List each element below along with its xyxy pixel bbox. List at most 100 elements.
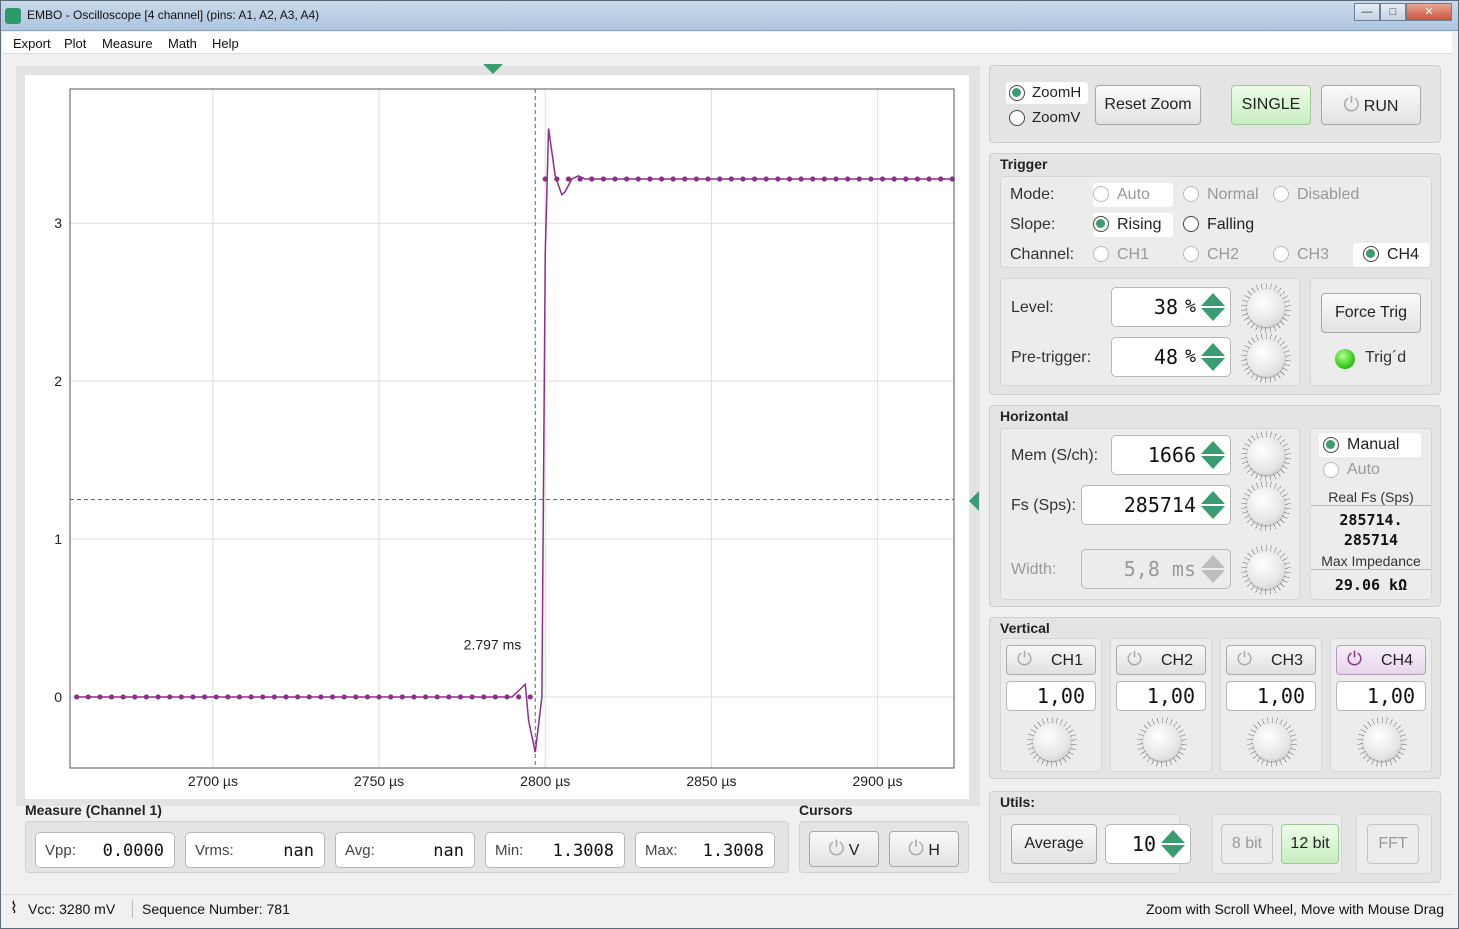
zoomv-radio[interactable] — [1009, 110, 1025, 126]
sample-point — [283, 694, 289, 700]
12bit-button[interactable]: 12 bit — [1281, 824, 1339, 864]
sample-point — [236, 694, 243, 700]
level-spinbox[interactable]: 38 % — [1111, 287, 1231, 327]
measure-avg-label: Avg: — [345, 842, 375, 859]
mem-knob[interactable] — [1241, 431, 1291, 481]
x-tick-label: 2850 µs — [686, 773, 736, 789]
average-button[interactable]: Average — [1011, 824, 1097, 864]
ch4-scale-field[interactable]: 1,00 — [1336, 681, 1426, 711]
reset-zoom-button[interactable]: Reset Zoom — [1095, 85, 1201, 125]
auto-radio[interactable] — [1323, 462, 1339, 478]
measure-vrms-value: nan — [283, 841, 314, 861]
sample-point — [516, 694, 522, 700]
run-button[interactable]: ⏻ RUN — [1321, 85, 1421, 125]
spin-down-icon[interactable] — [1201, 456, 1225, 469]
horizontal-panel: Horizontal Mem (S/ch): 1666 Fs (Sps): 28… — [989, 405, 1441, 607]
slope-rising-radio[interactable] — [1093, 216, 1109, 232]
zoomh-label: ZoomH — [1032, 84, 1082, 101]
zoomh-radio[interactable] — [1009, 85, 1025, 101]
menu-math[interactable]: Math — [168, 36, 197, 51]
pretrigger-marker[interactable] — [483, 64, 503, 74]
menu-help[interactable]: Help — [212, 36, 239, 51]
spin-down-icon[interactable] — [1201, 506, 1225, 519]
measure-avg: Avg: nan — [335, 832, 475, 868]
mode-label: Mode: — [1010, 186, 1055, 203]
plot-area[interactable]: 2700 µs 2750 µs 2800 µs 2850 µs 2900 µs 0 1 2 3 2… — [25, 75, 969, 799]
spin-down-icon[interactable] — [1201, 308, 1225, 321]
sample-point — [693, 176, 700, 182]
average-spinbox[interactable]: 10 — [1105, 824, 1191, 864]
ch2-scale-field[interactable]: 1,00 — [1116, 681, 1206, 711]
sample-point — [411, 694, 417, 700]
sample-point — [938, 176, 944, 182]
ch3-knob[interactable] — [1247, 717, 1297, 767]
spin-up-icon[interactable] — [1201, 441, 1225, 454]
sample-point — [446, 694, 452, 700]
ch4-enable-button[interactable]: ⏻ CH4 — [1336, 645, 1426, 675]
mode-disabled-label: Disabled — [1297, 186, 1360, 203]
vertical-title: Vertical — [1000, 620, 1050, 636]
close-icon[interactable]: ✕ — [1406, 3, 1452, 21]
ch4-knob[interactable] — [1357, 717, 1407, 767]
ch1-enable-button[interactable]: ⏻ CH1 — [1006, 645, 1096, 675]
trigger-level-marker[interactable] — [969, 491, 979, 511]
mode-normal-radio[interactable] — [1183, 186, 1199, 202]
mode-disabled-radio[interactable] — [1273, 186, 1289, 202]
ch1-knob[interactable] — [1027, 717, 1077, 767]
menu-measure[interactable]: Measure — [102, 36, 153, 51]
minimize-icon[interactable]: — — [1354, 3, 1380, 21]
ch3-enable-button[interactable]: ⏻ CH3 — [1226, 645, 1316, 675]
cursor-h-button[interactable]: ⏻ H — [889, 831, 959, 867]
menu-plot[interactable]: Plot — [64, 36, 86, 51]
ch3-scale-field[interactable]: 1,00 — [1226, 681, 1316, 711]
fs-knob[interactable] — [1241, 481, 1291, 531]
spin-down-icon[interactable] — [1161, 845, 1185, 858]
manual-radio[interactable] — [1323, 437, 1339, 453]
single-button[interactable]: SINGLE — [1231, 85, 1311, 125]
mem-spinbox[interactable]: 1666 — [1111, 435, 1231, 475]
measure-vpp-label: Vpp: — [45, 842, 76, 859]
slope-falling-radio[interactable] — [1183, 216, 1199, 232]
ch2-knob[interactable] — [1137, 717, 1187, 767]
spin-up-icon[interactable] — [1161, 830, 1185, 843]
spin-up-icon[interactable] — [1201, 343, 1225, 356]
trig-ch4-radio[interactable] — [1363, 246, 1379, 262]
force-trig-button[interactable]: Force Trig — [1321, 293, 1421, 333]
sample-point — [752, 176, 758, 182]
ch1-scale-field[interactable]: 1,00 — [1006, 681, 1096, 711]
fs-spinbox[interactable]: 285714 — [1081, 485, 1231, 525]
trigd-led-icon — [1335, 349, 1355, 369]
power-icon: ⏻ — [1343, 94, 1360, 116]
maximize-icon[interactable]: □ — [1380, 3, 1406, 21]
ch4-label: CH4 — [1381, 652, 1414, 669]
cursor-v-button[interactable]: ⏻ V — [809, 831, 879, 867]
spin-up-icon[interactable] — [1201, 491, 1225, 504]
width-knob[interactable] — [1241, 545, 1291, 595]
trig-ch1-radio[interactable] — [1093, 246, 1109, 262]
fft-button[interactable]: FFT — [1367, 824, 1419, 864]
oscilloscope-plot[interactable]: 2700 µs 2750 µs 2800 µs 2850 µs 2900 µs 0 1 2 3 2… — [25, 75, 969, 799]
sample-point — [364, 694, 371, 700]
mode-auto-radio[interactable] — [1093, 186, 1109, 202]
sample-point — [213, 694, 219, 700]
pretrigger-knob[interactable] — [1241, 333, 1291, 383]
main-window: EMBO - Oscilloscope [4 channel] (pins: A… — [0, 0, 1459, 929]
power-icon: ⏻ — [908, 838, 924, 860]
sample-point — [647, 176, 653, 182]
trig-ch3-radio[interactable] — [1273, 246, 1289, 262]
cursor-time-label: 2.797 ms — [464, 637, 522, 653]
max-impedance-value: 29.06 kΩ — [1334, 576, 1408, 594]
vertical-ch1: ⏻ CH1 1,00 — [1000, 638, 1102, 772]
8bit-button[interactable]: 8 bit — [1221, 824, 1273, 864]
spin-down-icon[interactable] — [1201, 358, 1225, 371]
slope-rising-label: Rising — [1117, 216, 1162, 233]
level-knob[interactable] — [1241, 283, 1291, 333]
pretrigger-spinbox[interactable]: 48 % — [1111, 337, 1231, 377]
plot-frame — [69, 88, 955, 769]
spin-up-icon[interactable] — [1201, 293, 1225, 306]
sample-point — [542, 176, 548, 182]
cursors-panel: ⏻ V ⏻ H — [799, 821, 969, 873]
menu-export[interactable]: Export — [13, 36, 51, 51]
ch2-enable-button[interactable]: ⏻ CH2 — [1116, 645, 1206, 675]
trig-ch2-radio[interactable] — [1183, 246, 1199, 262]
